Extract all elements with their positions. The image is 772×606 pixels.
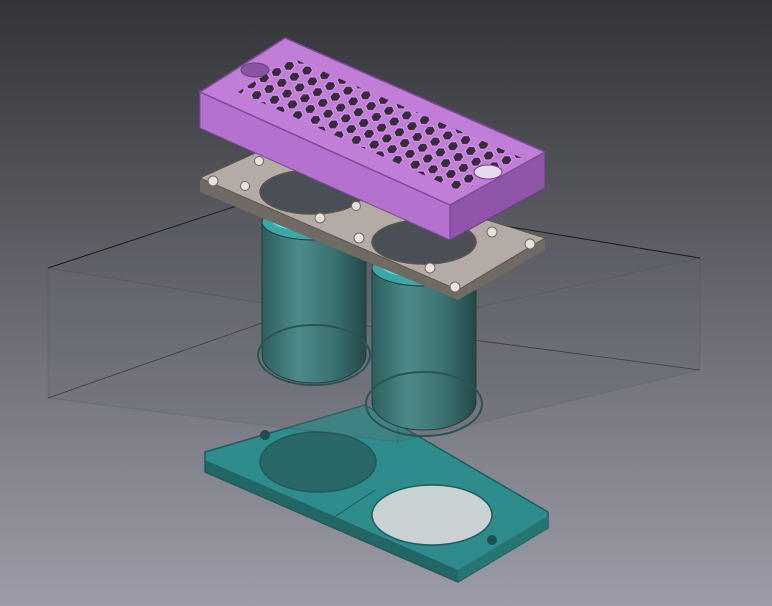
- lid-hole-left: [240, 62, 270, 78]
- 3d-scene[interactable]: [0, 0, 772, 606]
- lid-hole-right: [473, 164, 503, 180]
- cad-3d-viewport[interactable]: [0, 0, 772, 606]
